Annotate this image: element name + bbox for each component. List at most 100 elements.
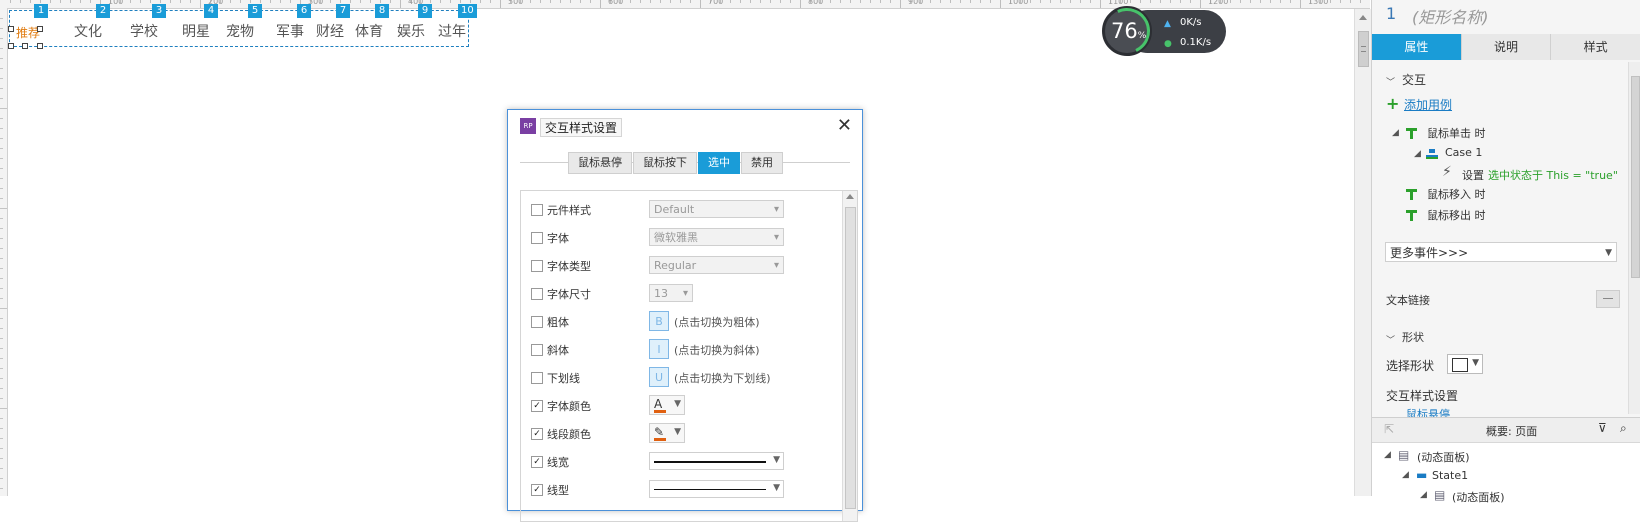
chevron-down-icon: ▼ (674, 399, 681, 409)
ruler-tick (0, 158, 3, 159)
ruler-tick (170, 0, 171, 3)
dialog-tab[interactable]: 鼠标按下 (633, 152, 697, 174)
list-scroll-thumb[interactable] (845, 207, 856, 509)
option-select[interactable]: Regular (649, 256, 784, 275)
nav-badge: 1 (34, 4, 48, 18)
ruler-label: 700 (708, 0, 724, 6)
ruler-tick (0, 38, 3, 39)
ruler-tick (150, 0, 151, 3)
option-select[interactable]: 微软雅黑 (649, 228, 784, 247)
nav-item[interactable]: 明星 (182, 21, 210, 41)
ruler-tick (1060, 0, 1061, 3)
case-1[interactable]: Case 1 (1445, 146, 1482, 159)
nav-item[interactable]: 娱乐 (397, 21, 425, 41)
filter-icon[interactable]: ⊽ (1598, 421, 1607, 435)
more-events-dropdown[interactable]: 更多事件>>> ▼ (1385, 242, 1617, 262)
dialog-tab[interactable]: 鼠标悬停 (568, 152, 632, 174)
back-icon[interactable]: ⇱ (1384, 422, 1394, 436)
option-checkbox[interactable] (531, 316, 543, 328)
line-color-button[interactable]: ✎ ▼ (649, 423, 685, 443)
add-case-link[interactable]: 添加用例 (1404, 96, 1452, 113)
inspector-scrollbar[interactable] (1628, 62, 1640, 414)
add-icon[interactable]: + (1386, 94, 1399, 113)
option-checkbox[interactable]: ✓ (531, 400, 543, 412)
expand-icon[interactable]: ◢ (1402, 470, 1409, 480)
nav-item[interactable]: 军事 (276, 21, 304, 41)
event-mouse-leave[interactable]: 鼠标移出 时 (1427, 207, 1486, 223)
expand-icon[interactable]: ◢ (1384, 450, 1391, 460)
ruler-tick (180, 0, 181, 3)
scroll-up-icon[interactable] (1359, 15, 1367, 20)
inspector-tab[interactable]: 属性 (1372, 34, 1462, 60)
chevron-down-icon: ▼ (674, 427, 681, 437)
tree-sub-panel[interactable]: (动态面板) (1452, 489, 1505, 505)
dialog-tab[interactable]: 选中 (698, 152, 740, 174)
expand-icon[interactable]: ◢ (1392, 128, 1399, 138)
ruler-tick (1130, 0, 1131, 3)
selection-handle[interactable] (8, 43, 14, 49)
line-style-select[interactable]: ▼ (649, 480, 784, 498)
nav-item[interactable]: 学校 (130, 21, 158, 41)
option-select[interactable]: 13 (649, 284, 693, 303)
ruler-tick (90, 0, 91, 3)
close-icon[interactable]: ✕ (837, 115, 852, 136)
selection-handle[interactable] (37, 26, 43, 32)
ruler-tick (0, 358, 3, 359)
ruler-tick (740, 0, 741, 3)
option-checkbox[interactable] (531, 372, 543, 384)
text-link-button[interactable] (1596, 290, 1620, 308)
toggle-button[interactable]: B (649, 311, 669, 331)
inspector-tab[interactable]: 说明 (1461, 34, 1552, 60)
option-checkbox[interactable]: ✓ (531, 484, 543, 496)
ruler-tick (1180, 0, 1181, 3)
option-checkbox[interactable]: ✓ (531, 456, 543, 468)
canvas-scrollbar[interactable] (1354, 9, 1371, 496)
inspector-tab[interactable]: 样式 (1551, 34, 1640, 60)
widget-name-field[interactable]: (矩形名称) (1412, 4, 1489, 28)
list-scrollbar[interactable] (842, 191, 857, 521)
event-mouse-enter[interactable]: 鼠标移入 时 (1427, 186, 1486, 202)
option-checkbox[interactable] (531, 344, 543, 356)
option-checkbox[interactable]: ✓ (531, 428, 543, 440)
font-color-button[interactable]: A ▼ (649, 395, 685, 415)
color-swatch (654, 438, 666, 441)
option-checkbox[interactable] (531, 204, 543, 216)
option-checkbox[interactable] (531, 260, 543, 272)
option-checkbox[interactable] (531, 288, 543, 300)
selection-handle[interactable] (8, 26, 14, 32)
tree-dynamic-panel[interactable]: (动态面板) (1417, 449, 1470, 465)
option-select[interactable]: Default (649, 200, 784, 219)
expand-icon[interactable]: ◢ (1414, 149, 1421, 159)
nav-item[interactable]: 宠物 (226, 21, 254, 41)
tree-state1[interactable]: State1 (1432, 469, 1468, 482)
scroll-up-icon[interactable] (846, 194, 854, 199)
toggle-button[interactable]: U (649, 367, 669, 387)
ruler-tick (340, 0, 341, 3)
selection-handle[interactable] (37, 43, 43, 49)
dialog-titlebar[interactable]: RP 交互样式设置 ✕ (508, 110, 862, 142)
line-width-select[interactable]: ▼ (649, 452, 784, 470)
nav-badge: 2 (96, 4, 110, 18)
nav-item[interactable]: 过年 (438, 21, 466, 41)
ruler-tick (540, 0, 541, 3)
nav-item[interactable]: 文化 (74, 21, 102, 41)
search-icon[interactable]: ⌕ (1620, 421, 1627, 436)
selection-handle[interactable] (22, 43, 28, 49)
toggle-button[interactable]: I (649, 339, 669, 359)
select-shape-button[interactable]: ▼ (1447, 354, 1483, 374)
ruler-tick (0, 58, 3, 59)
scroll-thumb[interactable] (1358, 31, 1369, 67)
expand-icon[interactable]: ◢ (1420, 490, 1427, 500)
dialog-tab[interactable]: 禁用 (741, 152, 783, 174)
collapse-interaction-icon[interactable]: ﹀ (1386, 75, 1395, 88)
event-icon (1406, 210, 1417, 221)
nav-item[interactable]: 体育 (355, 21, 383, 41)
event-on-click[interactable]: 鼠标单击 时 (1427, 125, 1486, 141)
nav-item[interactable]: 财经 (316, 21, 344, 41)
option-checkbox[interactable] (531, 232, 543, 244)
collapse-shape-icon[interactable]: ﹀ (1386, 333, 1395, 346)
ruler-tick (360, 0, 361, 3)
action-text[interactable]: 选中状态于 This = "true" (1488, 167, 1618, 183)
ruler-tick (660, 0, 661, 3)
inspector-scroll-thumb[interactable] (1631, 76, 1640, 278)
